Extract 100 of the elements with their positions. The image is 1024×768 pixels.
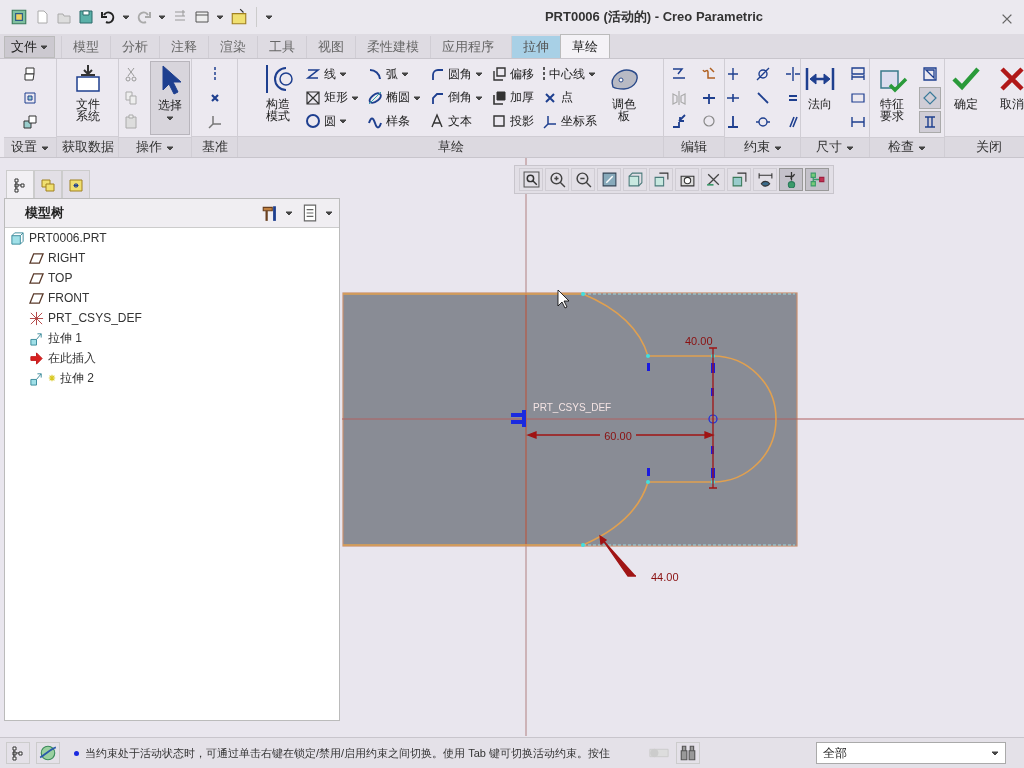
group-menu-button[interactable]: 约束: [725, 137, 800, 157]
view-toolbar-button[interactable]: [597, 168, 621, 191]
ribbon-tab[interactable]: 分析: [110, 36, 159, 58]
redo-icon: [136, 9, 152, 25]
tool-button[interactable]: 加厚: [490, 86, 534, 109]
caret-icon: [216, 13, 224, 21]
square-icon: [490, 113, 507, 130]
view-toolbar-button[interactable]: [701, 168, 725, 191]
tree-item[interactable]: PRT0006.PRT: [5, 228, 107, 248]
dimension-value[interactable]: 44.00: [651, 571, 679, 583]
view-toolbar-button[interactable]: [545, 168, 569, 191]
tree-item[interactable]: TOP: [5, 268, 73, 288]
group-menu-button[interactable]: 检查: [870, 137, 944, 157]
view-toolbar-button[interactable]: [571, 168, 595, 191]
toggle-button[interactable]: [919, 87, 941, 109]
tool-button[interactable]: 构造模式: [258, 61, 297, 135]
page-icon: [22, 66, 38, 82]
scissors-icon: [123, 66, 139, 82]
tool-button[interactable]: 特征要求: [873, 61, 911, 135]
group-title: 草绘: [238, 136, 663, 157]
radial-dimension-line: [599, 535, 637, 577]
tool-button[interactable]: 取消: [993, 61, 1024, 135]
tree-item[interactable]: FRONT: [5, 288, 90, 308]
view-toolbar-button[interactable]: [519, 168, 543, 191]
caret-icon: [991, 749, 999, 757]
tree-item[interactable]: 在此插入: [5, 348, 96, 368]
tool-button[interactable]: 线: [304, 63, 359, 85]
tool-button[interactable]: 投影: [490, 110, 534, 133]
tree-item[interactable]: RIGHT: [5, 248, 86, 268]
tool-button[interactable]: 坐标系: [541, 110, 597, 133]
ribbon-tab[interactable]: 工具: [257, 36, 306, 58]
diagonal-segment-icon: [754, 90, 771, 106]
tool-button[interactable]: 确定: [947, 61, 985, 135]
tool-button[interactable]: 矩形: [304, 86, 359, 109]
ribbon-tab[interactable]: 渲染: [208, 36, 257, 58]
caret-icon: [474, 70, 483, 78]
tree-item[interactable]: 拉伸 1: [5, 328, 82, 348]
tool-button[interactable]: 圆角: [428, 63, 483, 85]
group-menu-button[interactable]: 尺寸: [801, 137, 869, 157]
settings-button[interactable]: [261, 204, 293, 222]
view-toolbar-button[interactable]: [753, 168, 777, 191]
caret-icon: [412, 93, 421, 102]
letter-a-icon: [428, 113, 445, 130]
copy-icon: [123, 90, 139, 106]
vertex-point: [646, 480, 650, 484]
caret-icon: [350, 93, 359, 102]
selection-filter-dropdown[interactable]: 全部: [816, 742, 1006, 764]
file-menu-tab[interactable]: 文件: [4, 36, 55, 58]
caret-icon: [40, 43, 48, 51]
toggle-button[interactable]: [919, 111, 941, 133]
caret-icon: [265, 13, 273, 21]
tree-item[interactable]: PRT_CSYS_DEF: [5, 308, 142, 328]
ribbon-tab[interactable]: 应用程序: [430, 36, 505, 58]
find-button[interactable]: [676, 742, 700, 764]
corner-arrow-icon: [671, 113, 687, 130]
zoom-in-icon: [548, 171, 566, 188]
tree-item[interactable]: 拉伸 2: [5, 368, 94, 388]
arrows-inward-icon: [784, 66, 801, 82]
group-menu-button[interactable]: 操作: [119, 137, 191, 157]
folder-icon: [230, 8, 248, 26]
tool-button[interactable]: 中心线: [541, 63, 597, 85]
tool-button[interactable]: 样条: [366, 110, 421, 133]
ribbon-tab[interactable]: 柔性建模: [355, 36, 430, 58]
tool-button[interactable]: 椭圆: [366, 86, 421, 109]
tool-button[interactable]: 点: [541, 86, 597, 109]
tool-button[interactable]: 倒角: [428, 86, 483, 109]
ribbon-tab[interactable]: 草绘: [560, 34, 610, 58]
view-toolbar-button[interactable]: [779, 168, 803, 191]
view-toolbar-button[interactable]: [675, 168, 699, 191]
panel-title: 模型树: [25, 204, 65, 222]
tool-button[interactable]: 文件系统: [68, 61, 107, 135]
ribbon-tab[interactable]: 视图: [306, 36, 355, 58]
tree-toggle-button[interactable]: [6, 742, 30, 764]
ribbon-tab[interactable]: 拉伸: [511, 36, 560, 58]
tool-button[interactable]: 调色板: [604, 61, 643, 135]
group-menu-button[interactable]: 设置: [4, 137, 56, 157]
show-button[interactable]: [301, 204, 333, 222]
tool-button[interactable]: 偏移: [490, 63, 534, 85]
tool-button[interactable]: 文本: [428, 110, 483, 133]
ribbon-tab[interactable]: 注释: [159, 36, 208, 58]
caret-icon: [773, 143, 782, 152]
undo-icon: [100, 9, 116, 25]
browser-toggle-button[interactable]: [36, 742, 60, 764]
offset-squares-icon: [490, 66, 507, 82]
panel-tab[interactable]: [6, 170, 34, 198]
tool-button[interactable]: 圆: [304, 110, 359, 133]
panel-tab[interactable]: [62, 170, 90, 198]
constraint-marker: [647, 363, 650, 371]
constraint-marker: [711, 388, 714, 396]
tool-button[interactable]: 弧: [366, 63, 421, 85]
refit-icon: [522, 171, 540, 188]
ribbon-tab[interactable]: 模型: [61, 36, 110, 58]
caret-icon: [474, 93, 483, 102]
layers-icon: [40, 176, 56, 193]
constraint-marker: [647, 468, 650, 476]
tool-button[interactable]: 选择: [150, 61, 190, 135]
caret-icon: [846, 143, 854, 152]
close-icon: [1000, 12, 1014, 26]
tool-button[interactable]: 法向: [801, 61, 839, 135]
ellipse-icon: [366, 89, 383, 106]
